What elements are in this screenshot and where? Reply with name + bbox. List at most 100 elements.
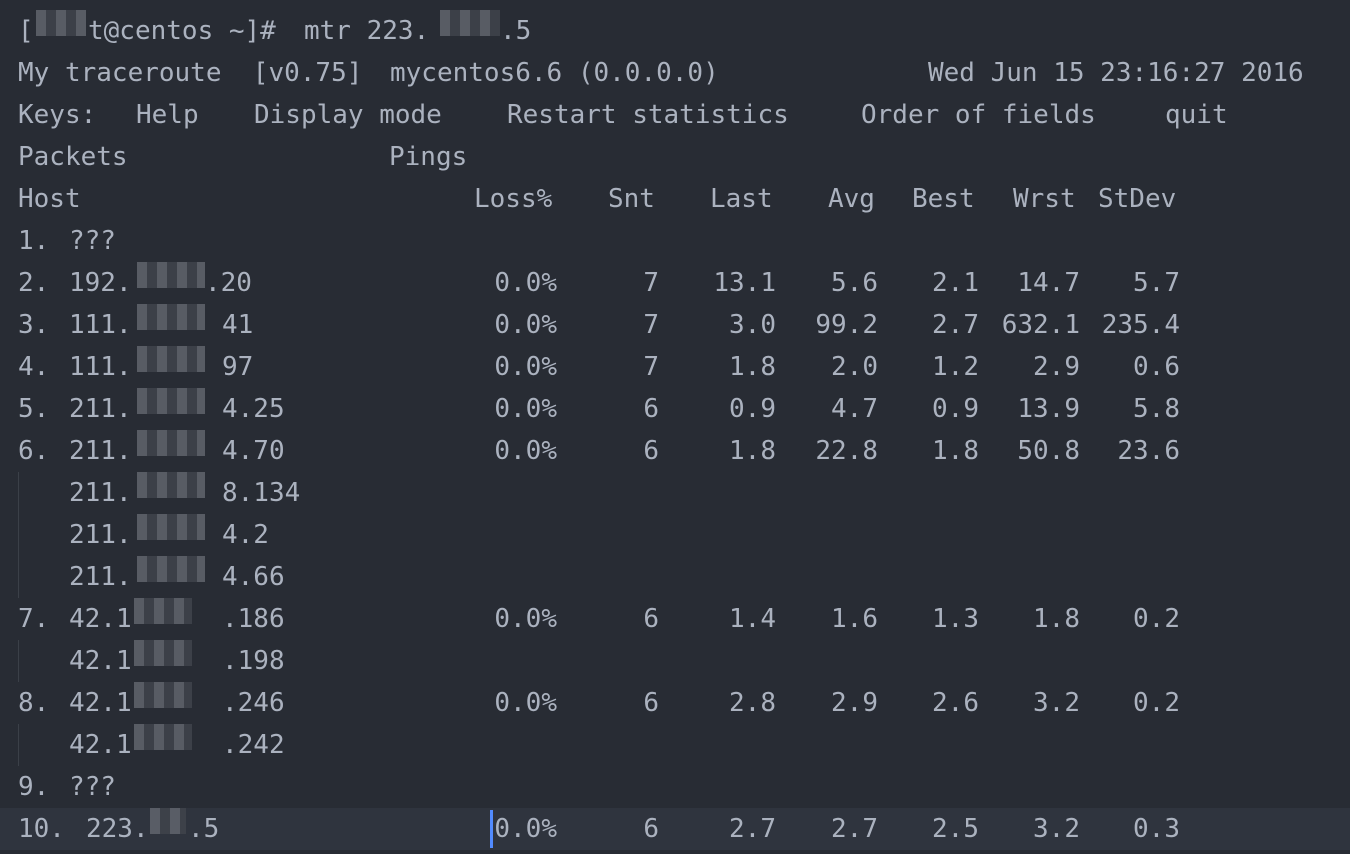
hop-number: 9.: [18, 772, 50, 802]
hop-loss: 0.0%: [494, 268, 557, 298]
hop-snt: 6: [643, 814, 659, 844]
prompt-command: mtr 223.: [304, 16, 430, 46]
hop-host-prefix: 211.: [69, 562, 132, 592]
hop-row: 1.???: [0, 220, 1350, 262]
hop-host-prefix: 211.: [69, 520, 132, 550]
hop-host-suffix: .5: [188, 814, 220, 844]
col-wrst: Wrst: [1013, 184, 1076, 214]
hop-number: 4.: [18, 352, 50, 382]
hop-number: 1.: [18, 226, 50, 256]
hop-loss: 0.0%: [494, 352, 557, 382]
redacted-ip-segment: [137, 430, 205, 456]
local-hostname: mycentos6.6 (0.0.0.0): [390, 58, 719, 88]
hop-stdev: 5.7: [1133, 268, 1180, 298]
hop-host-prefix: 42.1: [69, 604, 132, 634]
hop-stdev: 0.2: [1133, 604, 1180, 634]
hop-wrst: 14.7: [1017, 268, 1080, 298]
key-restart-statistics[interactable]: Restart statistics: [507, 94, 789, 136]
hop-row: 2. 192. .20 0.0% 7 13.1 5.6 2.1 14.7 5.7: [0, 262, 1350, 304]
hop-last: 2.7: [729, 814, 776, 844]
prompt-user-host: t@centos ~]#: [88, 16, 292, 46]
hop-host-suffix: .242: [222, 730, 285, 760]
hop-host-prefix: 42.1: [69, 646, 132, 676]
hop-host-prefix: 192.: [69, 268, 132, 298]
hop-loss: 0.0%: [494, 310, 557, 340]
hop-wrst: 13.9: [1017, 394, 1080, 424]
redacted-username: [36, 10, 86, 36]
key-order-of-fields[interactable]: Order of fields: [861, 94, 1096, 136]
text-cursor: [490, 810, 493, 848]
hop-host-prefix: 211.: [69, 436, 132, 466]
hop-wrst: 50.8: [1017, 436, 1080, 466]
hop-alt-host-row: 211. 4.66: [0, 556, 1350, 598]
hop-best: 1.3: [932, 604, 979, 634]
col-stdev: StDev: [1098, 184, 1177, 214]
hop-best: 2.7: [932, 310, 979, 340]
keys-label: Keys:: [18, 100, 97, 130]
hop-avg: 4.7: [831, 394, 878, 424]
hop-host-prefix: ???: [69, 772, 116, 802]
tree-guide-line: [18, 640, 19, 682]
hop-host-suffix: 4.2: [222, 520, 269, 550]
current-datetime: Wed Jun 15 23:16:27 2016: [928, 58, 1304, 88]
hop-row: 9.???: [0, 766, 1350, 808]
hop-number: 7.: [18, 604, 50, 634]
hop-row: 8. 42.1 .246 0.0% 6 2.8 2.9 2.6 3.2 0.2: [0, 682, 1350, 724]
hop-stdev: 0.2: [1133, 688, 1180, 718]
hop-loss: 0.0%: [494, 436, 557, 466]
redacted-ip-segment: [137, 472, 205, 498]
group-header-row: Packets Pings: [0, 136, 1350, 178]
hop-last: 1.4: [729, 604, 776, 634]
hop-host-suffix: 97: [222, 352, 254, 382]
hop-last: 13.1: [713, 268, 776, 298]
redacted-ip-segment: [150, 808, 186, 834]
pings-group-header: Pings: [389, 142, 468, 172]
key-display-mode[interactable]: Display mode: [254, 94, 442, 136]
hop-stdev: 0.3: [1133, 814, 1180, 844]
prompt-command-tail: .5: [500, 16, 532, 46]
hop-best: 1.2: [932, 352, 979, 382]
redacted-ip-segment: [134, 682, 192, 708]
hop-row: 10. 223. .5 0.0% 6 2.7 2.7 2.5 3.2 0.3: [0, 808, 1350, 850]
hop-snt: 7: [643, 352, 659, 382]
hop-loss: 0.0%: [494, 394, 557, 424]
keys-bar: Keys: Help Display mode Restart statisti…: [0, 94, 1350, 136]
hop-snt: 6: [643, 604, 659, 634]
hop-host-suffix: 41: [222, 310, 254, 340]
column-header-row: Host Loss% Snt Last Avg Best Wrst StDev: [0, 178, 1350, 220]
hop-host-prefix: 42.1: [69, 688, 132, 718]
hop-avg: 2.9: [831, 688, 878, 718]
app-title: My traceroute [v0.75]: [18, 58, 363, 88]
hop-row: 3. 111. 41 0.0% 7 3.0 99.2 2.7 632.1 235.4: [0, 304, 1350, 346]
hop-alt-host-row: 211. 4.2: [0, 514, 1350, 556]
hop-loss: 0.0%: [494, 688, 557, 718]
hop-avg: 2.7: [831, 814, 878, 844]
col-loss: Loss%: [474, 184, 553, 214]
hop-host-suffix: 4.25: [222, 394, 285, 424]
hop-number: 10.: [18, 814, 65, 844]
hop-row: 5. 211. 4.25 0.0% 6 0.9 4.7 0.9 13.9 5.8: [0, 388, 1350, 430]
hop-host-prefix: 211.: [69, 478, 132, 508]
hop-host-suffix: .186: [222, 604, 285, 634]
hop-alt-host-row: 42.1 .242: [0, 724, 1350, 766]
hop-host-suffix: .246: [222, 688, 285, 718]
hop-wrst: 632.1: [1001, 310, 1080, 340]
key-help[interactable]: Help: [136, 94, 199, 136]
hop-loss: 0.0%: [494, 814, 557, 844]
hop-last: 1.8: [729, 352, 776, 382]
hop-best: 1.8: [932, 436, 979, 466]
hop-alt-host-row: 211. 8.134: [0, 472, 1350, 514]
hop-number: 8.: [18, 688, 50, 718]
redacted-ip-segment: [137, 262, 205, 288]
key-quit[interactable]: quit: [1165, 94, 1228, 136]
hop-snt: 6: [643, 436, 659, 466]
terminal-window[interactable]: [ t@centos ~]# mtr 223. .5 My traceroute…: [0, 0, 1350, 854]
hop-number: 2.: [18, 268, 50, 298]
hop-host-prefix: ???: [69, 226, 116, 256]
hop-avg: 1.6: [831, 604, 878, 634]
hop-host-prefix: 111.: [69, 310, 132, 340]
packets-group-header: Packets: [18, 142, 128, 172]
redacted-ip-segment: [137, 388, 205, 414]
redacted-ip-segment: [137, 304, 205, 330]
redacted-ip-segment: [137, 556, 205, 582]
